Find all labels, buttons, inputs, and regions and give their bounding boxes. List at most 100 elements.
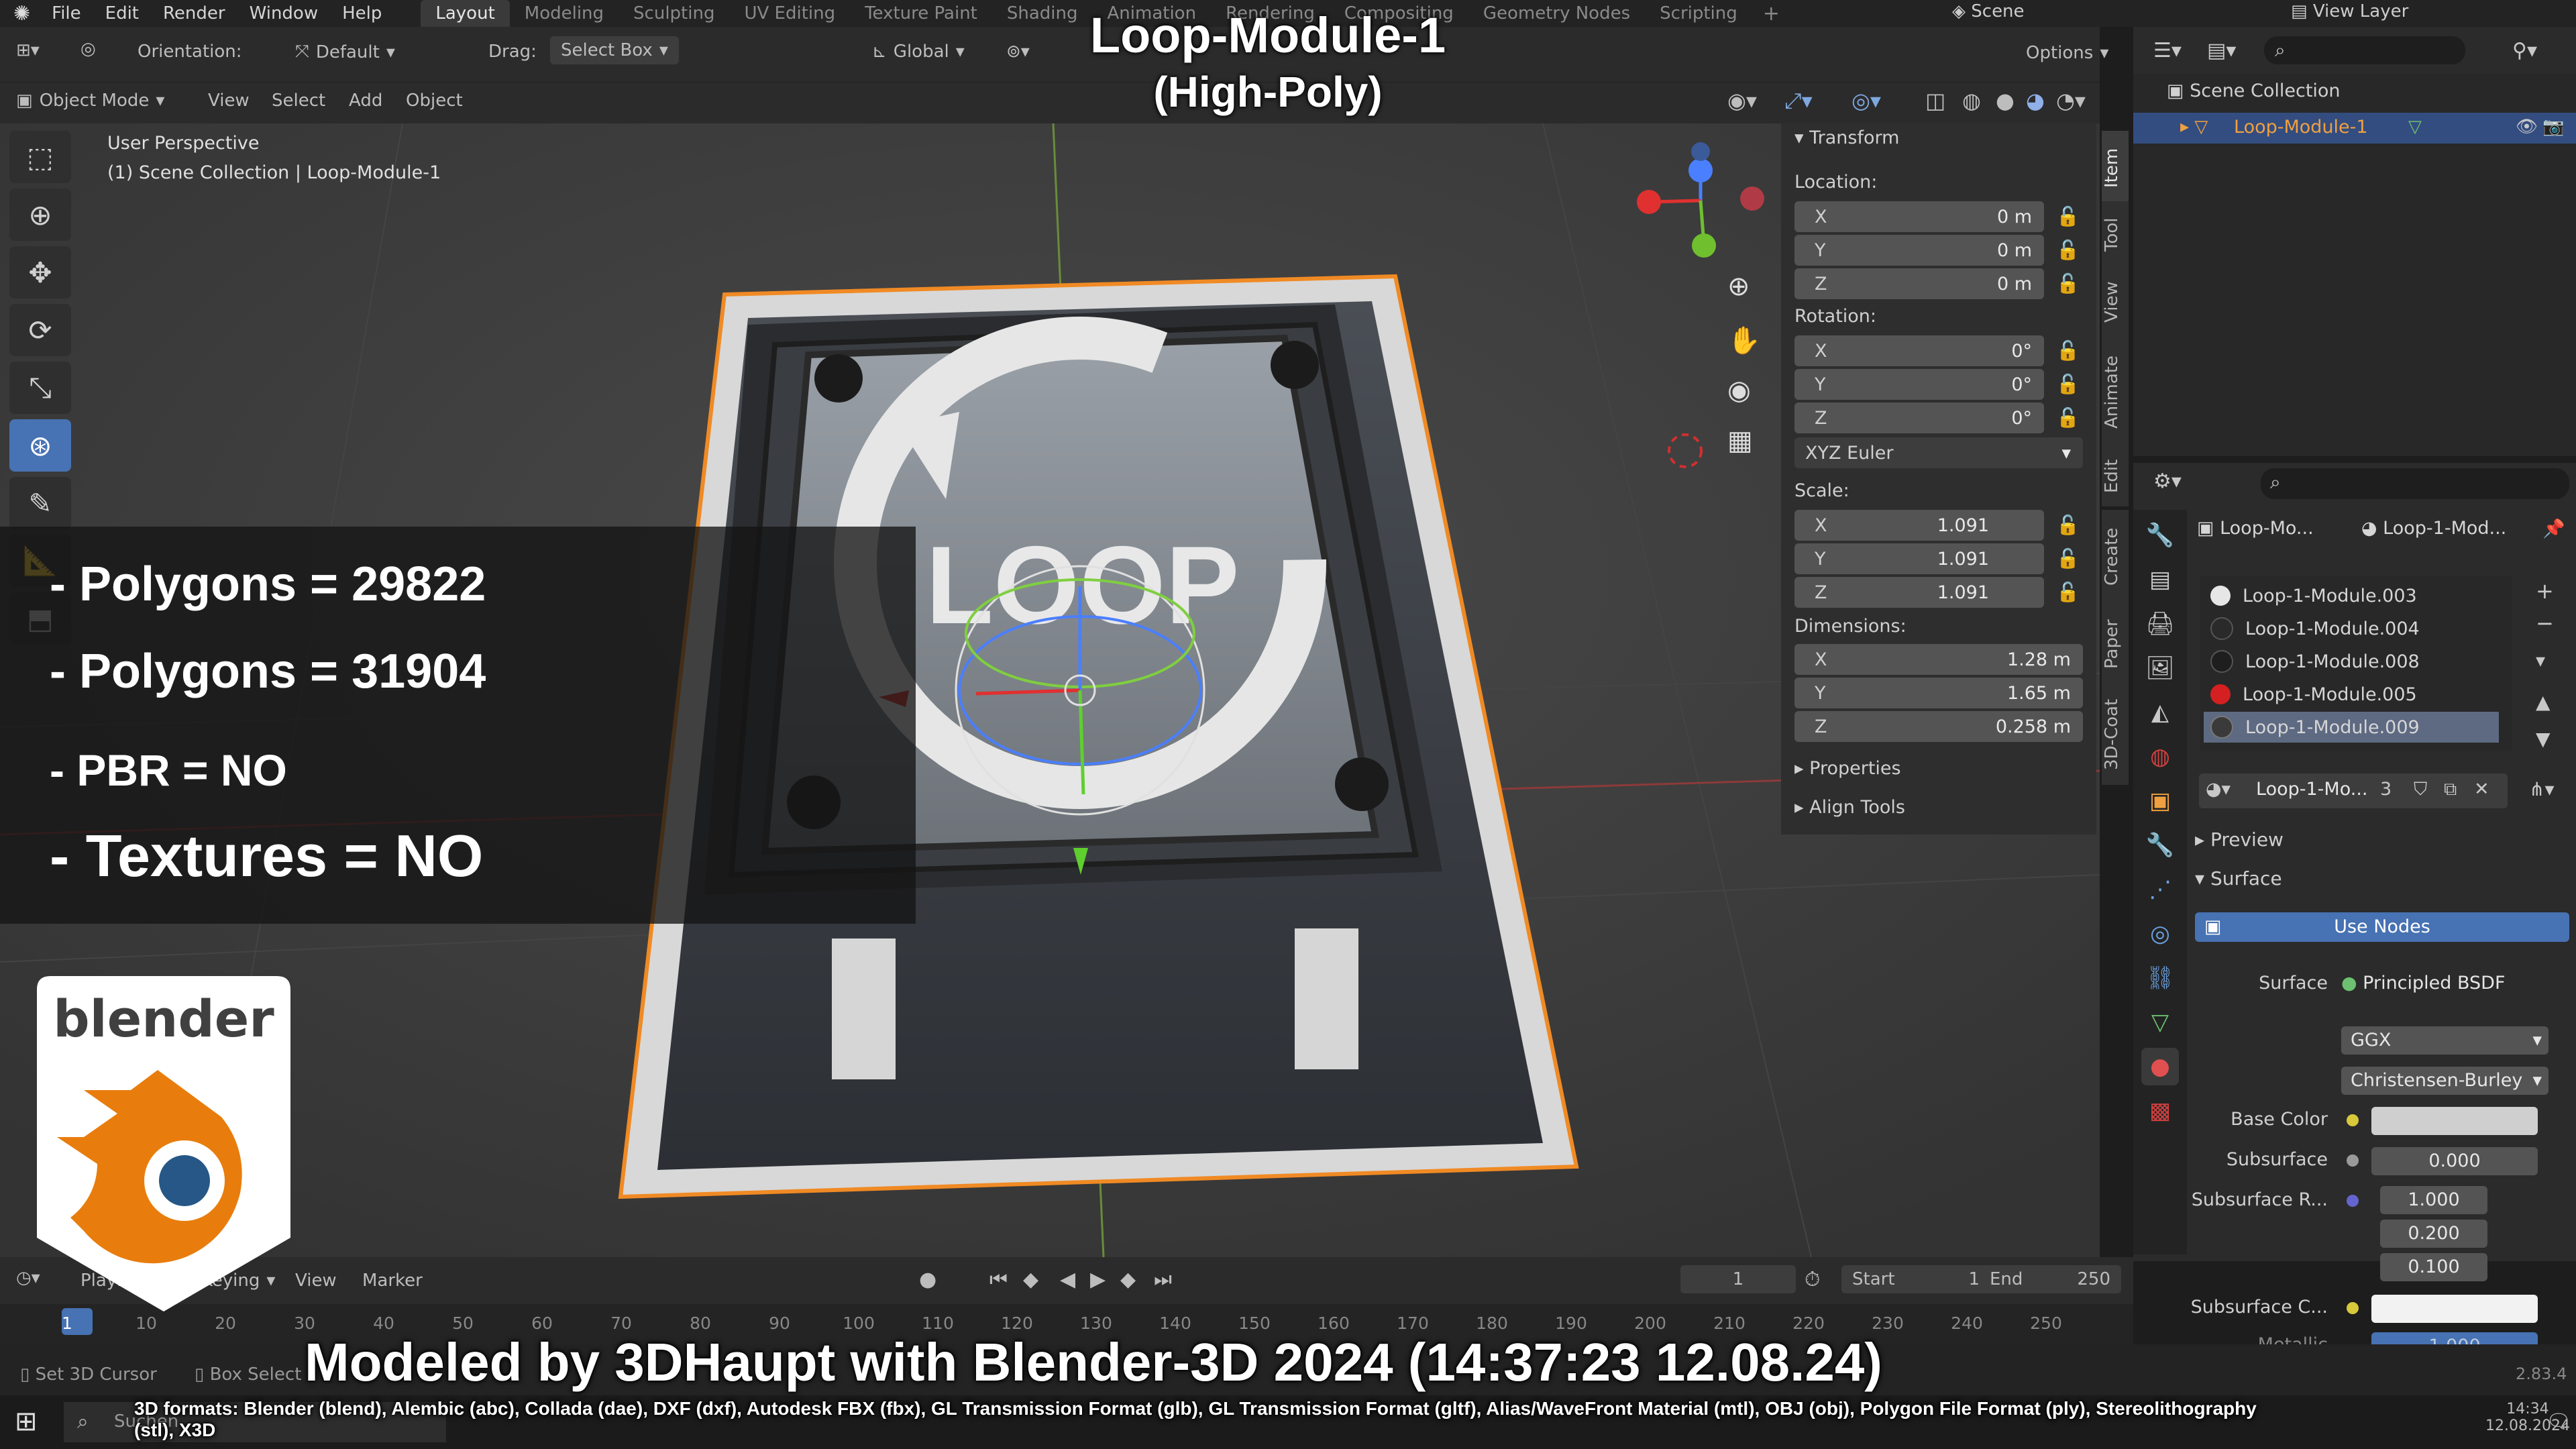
scene-collection-row[interactable]: ▣ Scene Collection: [2167, 80, 2341, 101]
add-workspace-icon[interactable]: +: [1752, 2, 1790, 25]
cursor-tool[interactable]: ⊕: [9, 189, 71, 241]
particles-props-icon[interactable]: ⋰: [2141, 871, 2179, 908]
tab-sculpting[interactable]: Sculpting: [619, 0, 729, 27]
transform-tool[interactable]: ⊛: [9, 419, 71, 472]
npanel-tab-animate[interactable]: Animate: [2102, 339, 2129, 446]
properties-search-input[interactable]: ⌕: [2261, 468, 2569, 499]
lock-icon[interactable]: 🔓: [2056, 581, 2080, 605]
lock-icon[interactable]: 🔓: [2056, 239, 2080, 263]
location-y-field[interactable]: Y 0 m: [1794, 235, 2044, 266]
rotation-mode-dropdown[interactable]: XYZ Euler ▾: [1794, 437, 2083, 468]
physics-props-icon[interactable]: ◎: [2141, 915, 2179, 953]
dimensions-y-field[interactable]: Y 1.65 m: [1794, 678, 2083, 708]
scale-tool[interactable]: ⤡: [9, 362, 71, 414]
npanel-tab-item[interactable]: Item: [2102, 131, 2129, 205]
render-props-icon[interactable]: ▤: [2141, 561, 2179, 598]
mode-dropdown[interactable]: ▣ Object Mode ▾: [16, 91, 164, 111]
nav-axis-neg-z-icon[interactable]: [1691, 142, 1710, 161]
orientation-dropdown[interactable]: ⤧ Default ▾: [295, 42, 395, 62]
menu-select[interactable]: Select: [272, 91, 325, 111]
slot-specials-icon[interactable]: ▾: [2536, 649, 2545, 672]
nav-axis-y-icon[interactable]: [1692, 233, 1716, 258]
scale-x-field[interactable]: X 1.091: [1794, 510, 2044, 541]
properties-panel-header[interactable]: ▸ Properties: [1794, 758, 1901, 779]
rotate-tool[interactable]: ⟳: [9, 304, 71, 356]
record-icon[interactable]: ●: [919, 1268, 936, 1291]
material-props-icon[interactable]: ●: [2141, 1048, 2179, 1085]
editor-type-button[interactable]: ⊞▾: [16, 40, 40, 60]
windows-start-icon[interactable]: ⊞: [15, 1406, 38, 1437]
outliner-object-row[interactable]: ▸ ▽ Loop-Module-1 ▽ 👁 📷: [2133, 113, 2576, 144]
scene-props-icon[interactable]: ◭: [2141, 694, 2179, 731]
menu-view[interactable]: View: [208, 91, 250, 111]
overlay-toggle-icon[interactable]: ◎▾: [1851, 88, 1881, 113]
distribution-dropdown[interactable]: GGX ▾: [2341, 1026, 2548, 1055]
material-slot[interactable]: Loop-1-Module.003: [2204, 580, 2499, 611]
scene-selector[interactable]: ◈ Scene: [1952, 1, 2025, 21]
tab-scripting[interactable]: Scripting: [1645, 0, 1752, 27]
preview-panel-header[interactable]: ▸ Preview: [2195, 828, 2284, 851]
fake-user-icon[interactable]: ⛉: [2414, 779, 2427, 800]
world-props-icon[interactable]: ◍: [2141, 738, 2179, 775]
editor-type-icon[interactable]: ☰▾: [2153, 39, 2182, 62]
next-keyframe-icon[interactable]: ◆: [1120, 1268, 1136, 1291]
close-icon[interactable]: ✕: [2474, 779, 2489, 800]
play-reverse-icon[interactable]: ◀: [1060, 1268, 1075, 1291]
lock-icon[interactable]: 🔓: [2056, 547, 2080, 572]
options-dropdown[interactable]: Options ▾: [2026, 43, 2108, 63]
camera-render-icon[interactable]: 📷: [2542, 117, 2564, 137]
select-box-tool[interactable]: ⬚: [9, 131, 71, 183]
pin-icon[interactable]: 📌: [2542, 518, 2565, 539]
location-x-field[interactable]: X 0 m: [1794, 201, 2044, 232]
pan-hand-icon[interactable]: ✋: [1727, 325, 1761, 356]
gizmo-toggle-icon[interactable]: ⤢▾: [1784, 88, 1813, 114]
surface-panel-header[interactable]: ▾ Surface: [2195, 867, 2282, 890]
menu-file[interactable]: File: [40, 3, 93, 23]
lock-icon[interactable]: 🔓: [2056, 514, 2080, 538]
tool-props-icon[interactable]: 🔧: [2141, 517, 2179, 554]
camera-view-icon[interactable]: ◉: [1727, 375, 1751, 406]
subsurface-radius-y-field[interactable]: 0.200: [2380, 1220, 2487, 1248]
annotate-tool[interactable]: ✎: [9, 477, 71, 529]
remove-slot-icon[interactable]: −: [2536, 610, 2554, 636]
lock-icon[interactable]: 🔓: [2056, 205, 2080, 229]
editor-type-icon[interactable]: ⚙▾: [2153, 470, 2182, 493]
subsurface-method-dropdown[interactable]: Christensen-Burley ▾: [2341, 1067, 2548, 1095]
play-icon[interactable]: ▶: [1090, 1268, 1106, 1291]
dimensions-x-field[interactable]: X 1.28 m: [1794, 644, 2083, 675]
lock-icon[interactable]: 🔓: [2056, 339, 2080, 364]
current-frame-field[interactable]: 1: [1680, 1265, 1796, 1293]
scale-z-field[interactable]: Z 1.091: [1794, 577, 2044, 608]
nav-axis-z-icon[interactable]: [1688, 158, 1713, 182]
tool-icon[interactable]: ◎: [80, 39, 96, 59]
nav-axis-x-icon[interactable]: [1637, 190, 1661, 214]
output-props-icon[interactable]: 🖨: [2141, 605, 2179, 643]
dimensions-z-field[interactable]: Z 0.258 m: [1794, 711, 2083, 742]
tab-modeling[interactable]: Modeling: [510, 0, 619, 27]
align-tools-panel-header[interactable]: ▸ Align Tools: [1794, 797, 1905, 818]
jump-end-icon[interactable]: ⏭: [1154, 1268, 1172, 1291]
npanel-tab-paper[interactable]: Paper: [2102, 604, 2129, 684]
node-tree-icon[interactable]: ⋔▾: [2529, 778, 2555, 800]
end-frame-field[interactable]: End 250: [1979, 1265, 2121, 1293]
view-layer-selector[interactable]: ▤ View Layer: [2291, 1, 2408, 21]
surface-shader-selector[interactable]: ● Principled BSDF: [2341, 973, 2506, 994]
tab-uv-editing[interactable]: UV Editing: [729, 0, 850, 27]
base-color-swatch[interactable]: [2371, 1107, 2538, 1135]
modifier-props-icon[interactable]: 🔧: [2141, 826, 2179, 864]
lock-icon[interactable]: 🔓: [2056, 373, 2080, 397]
jump-start-icon[interactable]: ⏮: [989, 1268, 1008, 1291]
outliner-search-input[interactable]: ⌕: [2264, 36, 2465, 64]
rotation-y-field[interactable]: Y 0°: [1794, 369, 2044, 400]
shading-material-icon[interactable]: ◕: [2026, 88, 2045, 113]
material-slot[interactable]: Loop-1-Module.008: [2204, 646, 2499, 677]
menu-window[interactable]: Window: [237, 3, 331, 23]
rotation-z-field[interactable]: Z 0°: [1794, 402, 2044, 433]
material-slot-selected[interactable]: Loop-1-Module.009: [2204, 712, 2499, 743]
lock-icon[interactable]: 🔓: [2056, 272, 2080, 297]
drag-dropdown[interactable]: Select Box ▾: [550, 36, 679, 64]
material-datablock-selector[interactable]: ◕▾ Loop-1-Mo... 3 ⛉ ⧉ ✕: [2199, 773, 2508, 808]
npanel-tab-edit[interactable]: Edit: [2102, 446, 2129, 506]
move-up-icon[interactable]: ▲: [2536, 691, 2551, 713]
blender-menu-icon[interactable]: ✺: [0, 2, 40, 25]
